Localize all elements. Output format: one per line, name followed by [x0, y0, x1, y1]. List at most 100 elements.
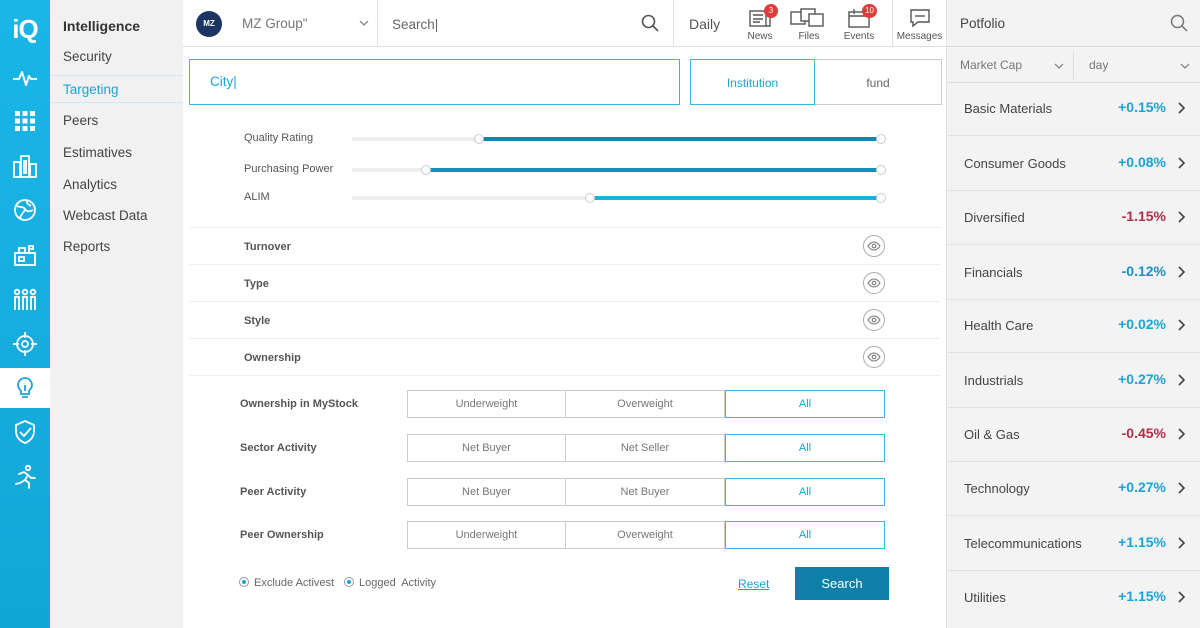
sector-row[interactable]: Utilities +1.15% — [947, 571, 1200, 625]
slider-min-handle[interactable] — [585, 193, 596, 203]
filter-row-turnover[interactable]: Turnover — [189, 228, 940, 265]
files-button[interactable]: Files — [784, 0, 834, 47]
events-count-badge: 10 — [862, 4, 877, 18]
news-button[interactable]: 3 News — [735, 0, 785, 47]
exclude-activest-radio[interactable]: Exclude Activest — [239, 577, 334, 589]
chevron-down-icon — [359, 20, 369, 26]
sector-row[interactable]: Oil & Gas -0.45% — [947, 408, 1200, 462]
logged-activity-radio[interactable]: Logged Activity — [344, 577, 436, 589]
search-input[interactable] — [392, 13, 632, 35]
sector-row[interactable]: Diversified -1.15% — [947, 191, 1200, 245]
sector-row[interactable]: Consumer Goods +0.08% — [947, 137, 1200, 191]
filter-row-style[interactable]: Style — [189, 302, 940, 339]
reset-link[interactable]: Reset — [738, 577, 769, 591]
chevron-right-icon[interactable] — [1177, 591, 1187, 603]
city-input[interactable] — [210, 74, 610, 89]
pulse-icon[interactable] — [0, 58, 50, 98]
segment-option-selected[interactable]: All — [725, 434, 885, 462]
sector-change: -0.12% — [1121, 263, 1166, 279]
slider-min-handle[interactable] — [421, 165, 432, 175]
city-field[interactable] — [189, 59, 680, 105]
market-cap-select[interactable]: Market Cap — [960, 58, 1022, 72]
chevron-right-icon[interactable] — [1177, 537, 1187, 549]
company-selector[interactable]: MZ MZ Group" — [183, 0, 378, 47]
messages-button[interactable]: Messages — [892, 0, 946, 47]
segment-option-selected[interactable]: All — [725, 478, 885, 506]
search-icon[interactable] — [1170, 14, 1188, 32]
mailbox-icon[interactable] — [0, 235, 50, 275]
target-icon[interactable] — [0, 324, 50, 364]
chevron-right-icon[interactable] — [1177, 102, 1187, 114]
slider-track[interactable] — [352, 165, 886, 175]
chevron-right-icon[interactable] — [1177, 374, 1187, 386]
events-button[interactable]: 10 Events — [834, 0, 884, 47]
segment-option[interactable]: Net Buyer — [566, 478, 725, 506]
segment-option-selected[interactable]: All — [725, 521, 885, 549]
people-icon[interactable] — [0, 279, 50, 319]
segment-option[interactable]: Net Buyer — [407, 478, 566, 506]
slider-max-handle[interactable] — [876, 134, 886, 144]
filter-row-ownership[interactable]: Ownership — [189, 339, 940, 376]
subnav-item-reports[interactable]: Reports — [50, 233, 183, 261]
globe-icon[interactable] — [0, 190, 50, 230]
slider-track[interactable] — [352, 134, 886, 144]
segment-option[interactable]: Net Seller — [566, 434, 725, 462]
eye-icon[interactable] — [863, 309, 885, 331]
chevron-right-icon[interactable] — [1177, 319, 1187, 331]
sector-name: Consumer Goods — [964, 156, 1066, 171]
sector-change: +0.08% — [1118, 154, 1166, 170]
subnav-item-peers[interactable]: Peers — [50, 107, 183, 135]
chevron-right-icon[interactable] — [1177, 428, 1187, 440]
subnav-item-estimatives[interactable]: Estimatives — [50, 139, 183, 167]
filter-list: Turnover Type Style Ownership — [189, 227, 940, 376]
chevron-right-icon[interactable] — [1177, 157, 1187, 169]
eye-icon[interactable] — [863, 235, 885, 257]
subnav-item-security[interactable]: Security — [50, 43, 183, 71]
period-select[interactable]: day — [1089, 58, 1108, 72]
buildings-icon[interactable] — [0, 146, 50, 186]
runner-icon[interactable] — [0, 457, 50, 497]
sector-row[interactable]: Health Care +0.02% — [947, 299, 1200, 353]
company-name: MZ Group" — [242, 16, 308, 31]
slider-min-handle[interactable] — [473, 134, 484, 144]
search-icon[interactable] — [641, 14, 659, 32]
segment-option-selected[interactable]: All — [725, 390, 885, 418]
sector-name: Basic Materials — [964, 101, 1053, 116]
sector-row[interactable]: Basic Materials +0.15% — [947, 82, 1200, 136]
eye-icon[interactable] — [863, 346, 885, 368]
segment-option[interactable]: Overweight — [566, 521, 725, 549]
shield-check-icon[interactable] — [0, 412, 50, 452]
search-button[interactable]: Search — [795, 567, 889, 600]
slider-track[interactable] — [352, 193, 886, 203]
subnav-item-webcast-data[interactable]: Webcast Data — [50, 202, 183, 230]
segment-option[interactable]: Net Buyer — [407, 434, 566, 462]
slider-max-handle[interactable] — [876, 193, 886, 203]
eye-icon[interactable] — [863, 272, 885, 294]
segment-option[interactable]: Overweight — [566, 390, 725, 418]
chevron-right-icon[interactable] — [1177, 211, 1187, 223]
radio-label: Logged Activity — [359, 577, 437, 589]
subnav-header: Intelligence — [63, 18, 141, 34]
grid-icon[interactable] — [0, 101, 50, 141]
icon-rail: iQ — [0, 0, 50, 628]
sector-row[interactable]: Industrials +0.27% — [947, 354, 1200, 408]
sector-change: +1.15% — [1118, 534, 1166, 550]
sector-row[interactable]: Technology +0.27% — [947, 462, 1200, 516]
subnav-item-targeting[interactable]: Targeting — [50, 75, 183, 103]
subnav-item-analytics[interactable]: Analytics — [50, 171, 183, 199]
sector-row[interactable]: Telecommunications +1.15% — [947, 517, 1200, 571]
chevron-right-icon[interactable] — [1177, 482, 1187, 494]
institution-toggle[interactable]: Institution — [690, 59, 815, 105]
sector-row[interactable]: Financials -0.12% — [947, 246, 1200, 300]
chevron-right-icon[interactable] — [1177, 266, 1187, 278]
lightbulb-icon[interactable] — [0, 368, 50, 408]
fund-toggle[interactable]: fund — [815, 59, 942, 105]
segment-option[interactable]: Underweight — [407, 521, 566, 549]
events-label: Events — [843, 31, 875, 42]
segment-option[interactable]: Underweight — [407, 390, 566, 418]
daily-button[interactable]: Daily — [689, 16, 720, 32]
sector-name: Utilities — [964, 590, 1006, 605]
filter-row-type[interactable]: Type — [189, 265, 940, 302]
slider-max-handle[interactable] — [876, 165, 886, 175]
chevron-down-icon — [1054, 63, 1064, 69]
